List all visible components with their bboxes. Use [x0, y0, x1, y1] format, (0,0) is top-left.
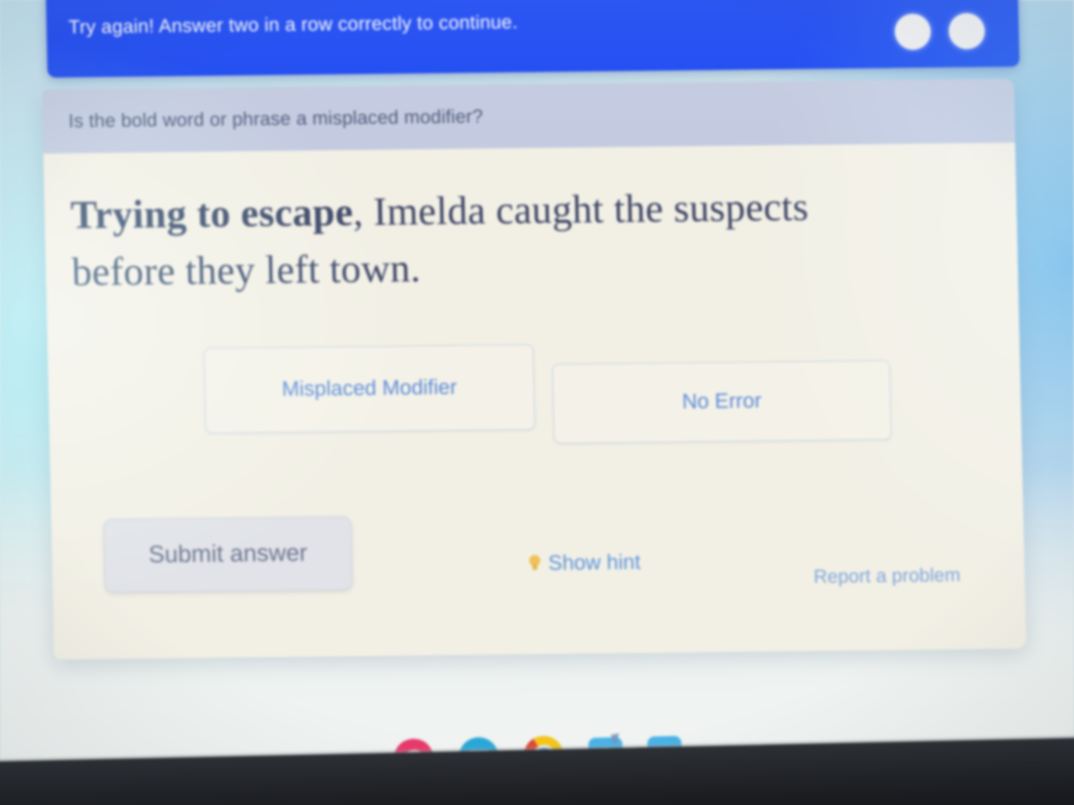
card-actions: Submit answer Show hint Report a problem	[77, 492, 999, 612]
show-hint-label: Show hint	[548, 550, 641, 575]
progress-dots	[894, 12, 986, 50]
question-prompt: Is the bold word or phrase a misplaced m…	[68, 106, 484, 133]
question-card: Is the bold word or phrase a misplaced m…	[41, 78, 1027, 660]
banner-message: Try again! Answer two in a row correctly…	[68, 12, 518, 39]
browser-page: Try again! Answer two in a row correctly…	[0, 0, 1074, 706]
question-prompt-bar: Is the bold word or phrase a misplaced m…	[41, 78, 1016, 154]
question-sentence: Trying to escape, Imelda caught the susp…	[70, 178, 902, 301]
show-hint-button[interactable]: Show hint	[528, 550, 641, 575]
bold-phrase: Trying to escape	[70, 189, 354, 238]
answer-choice-no-error[interactable]: No Error	[551, 359, 892, 444]
answer-choice-label: Misplaced Modifier	[281, 375, 458, 401]
answer-choices: Misplaced Modifier No Error	[73, 336, 996, 496]
submit-answer-label: Submit answer	[148, 539, 308, 569]
laptop-screen-photo: Try again! Answer two in a row correctly…	[0, 0, 1074, 805]
try-again-banner: Try again! Answer two in a row correctly…	[45, 0, 1020, 78]
progress-dot	[894, 13, 932, 50]
report-a-problem-link[interactable]: Report a problem	[813, 565, 960, 589]
progress-dot	[948, 12, 986, 50]
lightbulb-icon	[528, 555, 541, 572]
question-body: Trying to escape, Imelda caught the susp…	[43, 142, 1027, 660]
answer-choice-misplaced-modifier[interactable]: Misplaced Modifier	[203, 343, 536, 434]
answer-choice-label: No Error	[681, 389, 762, 413]
mouse-cursor	[611, 733, 621, 744]
submit-answer-button[interactable]: Submit answer	[103, 515, 353, 593]
